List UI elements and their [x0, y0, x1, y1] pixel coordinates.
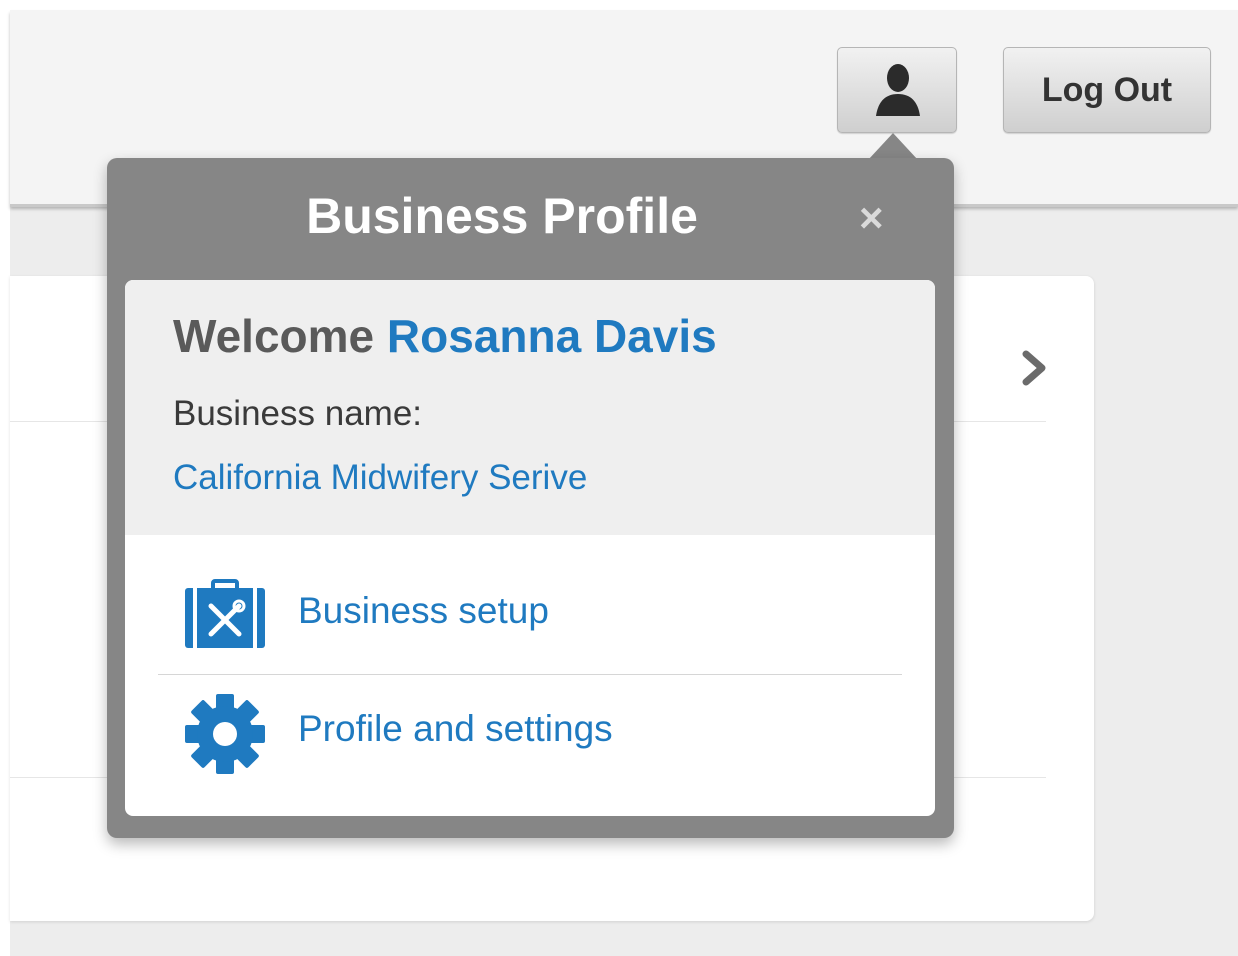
logout-button[interactable]: Log Out: [1003, 47, 1211, 133]
gear-icon: [185, 694, 265, 774]
popover-arrow: [868, 133, 918, 160]
toolbox-icon: [185, 579, 265, 648]
popover-title: Business Profile: [306, 188, 698, 244]
welcome-section: Welcome Rosanna Davis Business name: Cal…: [125, 280, 935, 535]
menu-item-business-setup[interactable]: Business setup: [125, 546, 935, 682]
popover-body: Welcome Rosanna Davis Business name: Cal…: [125, 280, 935, 816]
menu-label-business-setup: Business setup: [298, 590, 549, 631]
business-name-link[interactable]: California Midwifery Serive: [173, 456, 587, 500]
welcome-text: Welcome: [173, 310, 375, 362]
welcome-heading: Welcome Rosanna Davis: [173, 308, 717, 364]
business-name-label: Business name:: [173, 394, 423, 433]
menu-divider: [158, 674, 902, 675]
menu-item-profile-settings[interactable]: Profile and settings: [125, 680, 935, 816]
menu-label-profile-settings: Profile and settings: [298, 708, 613, 749]
close-icon[interactable]: ×: [859, 196, 884, 240]
user-name[interactable]: Rosanna Davis: [387, 310, 717, 362]
business-profile-popover: Business Profile × Welcome Rosanna Davis…: [107, 158, 954, 838]
user-silhouette-icon: [876, 64, 920, 116]
chevron-right-icon[interactable]: [1018, 348, 1050, 393]
user-profile-button[interactable]: [837, 47, 957, 133]
